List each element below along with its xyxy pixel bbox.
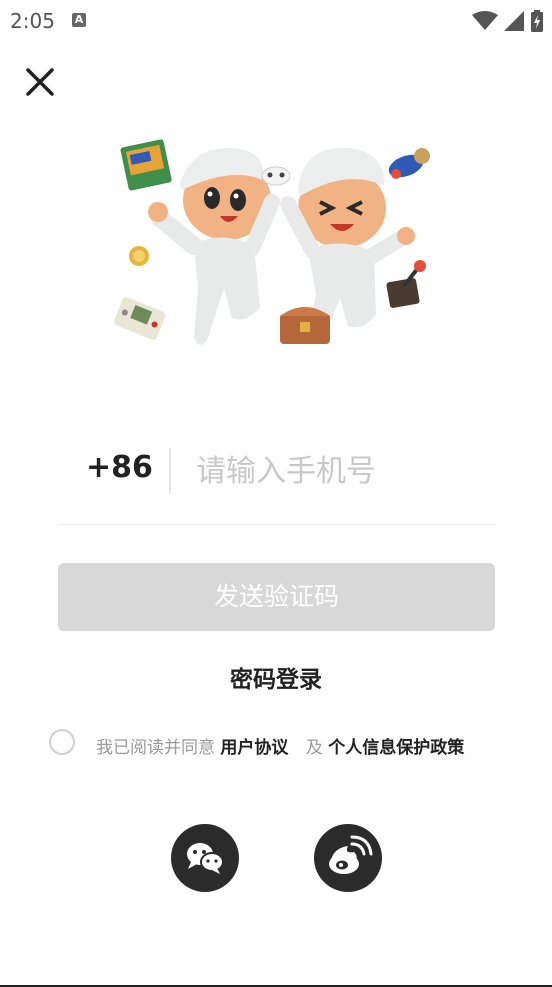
wechat-icon: [187, 843, 224, 874]
password-login-link[interactable]: 密码登录: [0, 660, 552, 694]
status-time: 2:05: [10, 9, 55, 33]
input-underline: [58, 524, 495, 525]
close-icon: [26, 68, 54, 96]
weibo-icon: [329, 835, 373, 874]
agreement-checkbox[interactable]: [49, 729, 75, 755]
status-bar: 2:05 A: [0, 0, 552, 42]
agreement-text: 我已阅读并同意 用户协议 及 个人信息保护政策: [96, 733, 464, 758]
close-button[interactable]: [20, 62, 60, 102]
user-agreement-link[interactable]: 用户协议: [220, 738, 288, 758]
battery-icon: [531, 10, 543, 32]
status-icons: [472, 10, 544, 32]
weibo-login-button[interactable]: [314, 824, 382, 892]
agreement-and: 及: [305, 738, 323, 758]
agreement-prefix: 我已阅读并同意: [96, 738, 215, 758]
wechat-login-button[interactable]: [171, 824, 239, 892]
notification-a-icon: A: [72, 13, 86, 27]
mascot-illustration: [112, 138, 442, 374]
signal-icon: [504, 11, 524, 31]
country-code-selector[interactable]: +86: [86, 450, 153, 485]
phone-number-input[interactable]: [196, 445, 496, 497]
send-verification-code-button[interactable]: 发送验证码: [58, 563, 495, 631]
vertical-divider: [169, 448, 171, 494]
wifi-icon: [472, 11, 498, 30]
privacy-policy-link[interactable]: 个人信息保护政策: [328, 738, 464, 758]
